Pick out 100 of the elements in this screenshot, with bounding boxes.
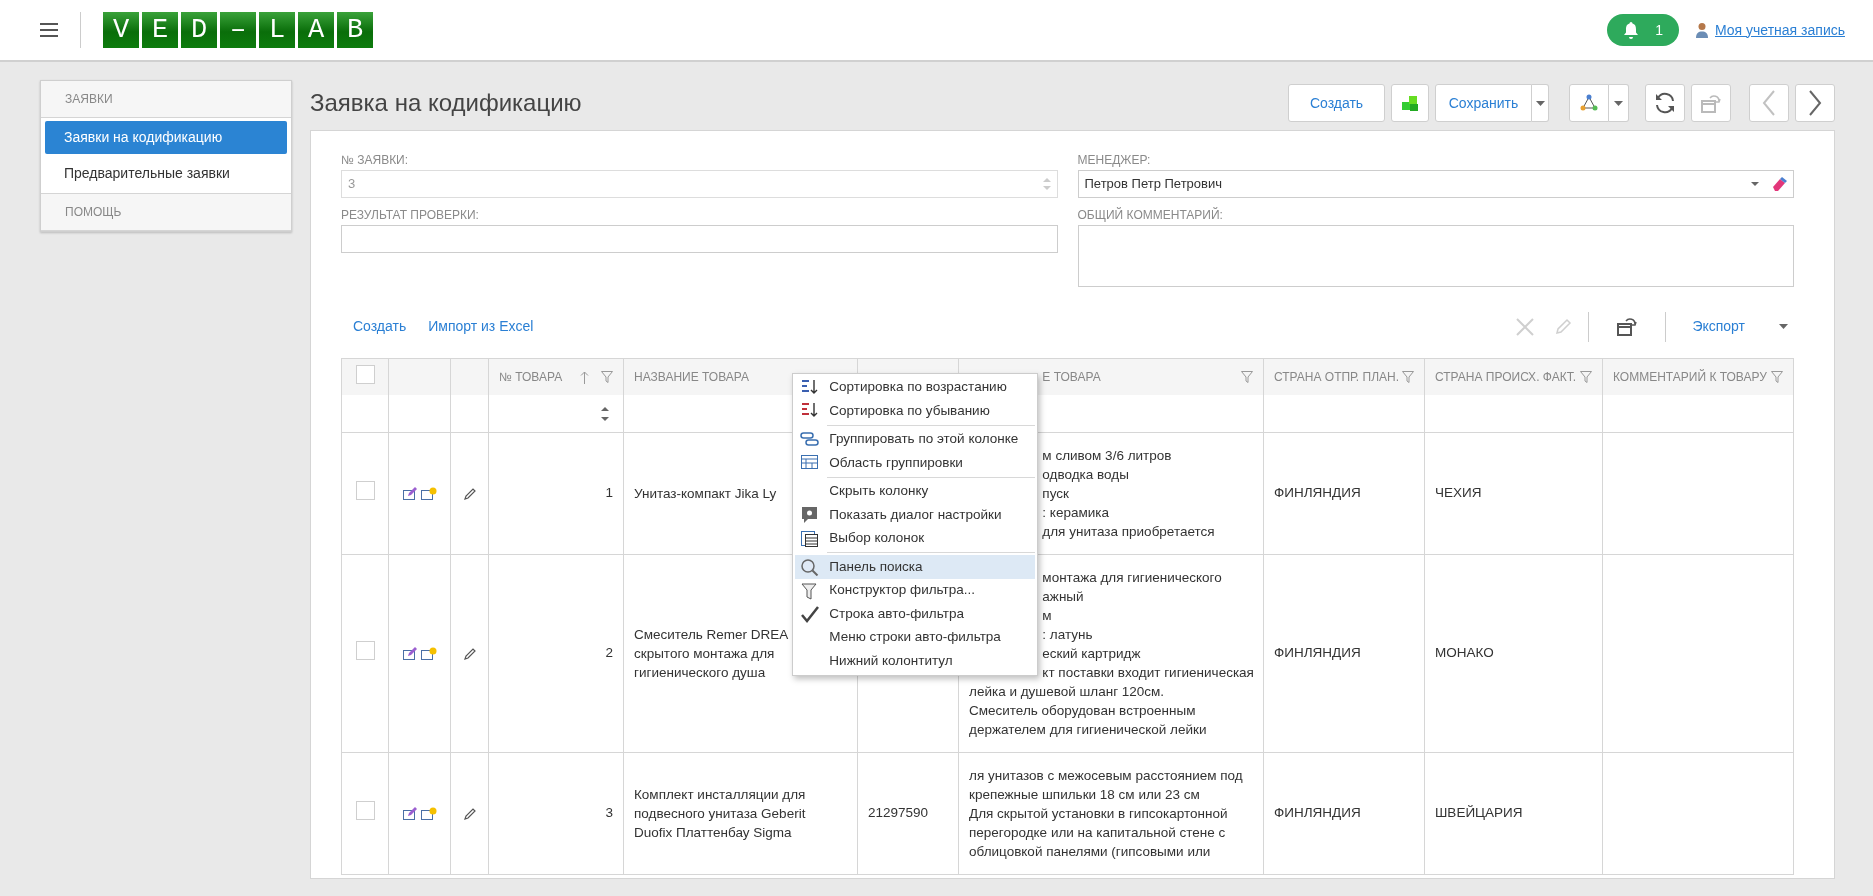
table-cell: 1 [605,485,613,501]
next-button[interactable] [1795,84,1835,123]
table-cell: гигиенического душа [634,662,766,682]
user-icon [1695,22,1709,38]
account-link[interactable]: Моя учетная запись [1715,19,1845,41]
menu-icon[interactable] [40,23,58,37]
window-restore-icon [1617,317,1638,337]
table-cell: Для скрытой установки в гипсокартонной [969,803,1228,823]
table-cell: Смеситель оборудован встроенным [969,700,1196,720]
menu-item[interactable]: Сортировка по убыванию [795,399,1036,423]
new-document-icon[interactable] [420,486,437,500]
filter-icon[interactable] [1241,371,1253,384]
table-cell: м сливом 3/6 литров [1042,445,1172,465]
chevron-right-icon [1807,90,1823,117]
toolbar-link[interactable]: Импорт из Excel [428,316,534,338]
table-cell: Duofix Платтенбау Sigma [634,822,792,842]
table-cell: ФИНЛЯНДИЯ [1274,645,1361,661]
checkmark-icon [800,605,821,624]
filter-icon[interactable] [1402,371,1414,384]
dropdown-button[interactable] [1609,84,1629,123]
cubes-button[interactable] [1391,84,1429,123]
input-field[interactable] [341,224,1058,253]
toolbar-link[interactable]: Создать [353,316,407,338]
new-document-icon[interactable] [420,646,437,660]
sidebar-section-title: ПОМОЩЬ [41,193,291,231]
new-document-icon[interactable] [420,806,437,820]
checkbox[interactable] [355,365,375,385]
menu-item[interactable]: Область группировки [795,451,1036,475]
pencil-icon[interactable] [463,487,476,500]
table-cell: для унитаза приобретается [1042,521,1215,541]
caret-icon[interactable] [1779,324,1788,330]
export-link[interactable]: Экспорт [1692,316,1745,338]
table-cell: ФИНЛЯНДИЯ [1274,805,1361,821]
edit-document-icon[interactable] [402,806,417,820]
search-icon [800,558,821,577]
graph-icon [1580,94,1598,113]
pencil-icon [1554,317,1573,336]
sidebar-item[interactable]: Заявки на кодификацию [45,121,287,154]
filter-icon[interactable] [1580,371,1592,384]
refresh-button[interactable] [1645,84,1685,123]
close-icon [1516,317,1535,336]
column-header[interactable]: Е ТОВАРА [1042,368,1101,387]
table-cell: ФИНЛЯНДИЯ [1274,485,1361,501]
select-field[interactable]: Петров Петр Петрович [1077,169,1794,198]
menu-item[interactable]: Группировать по этой колонке [795,427,1036,452]
window-restore-icon [1701,93,1721,113]
checkbox[interactable] [355,480,375,500]
menu-item[interactable]: Сортировка по возрастанию [795,375,1036,400]
edit-document-icon[interactable] [402,646,417,660]
filter-icon[interactable] [1771,371,1783,384]
group-icon [800,430,821,449]
spinner-icon[interactable] [601,405,609,422]
table-cell: перегородке или на капитальной стене с [969,822,1226,842]
menu-item[interactable]: Показать диалог настройки [795,503,1036,527]
menu-item[interactable]: Строка авто-фильтра [795,602,1036,626]
checkbox[interactable] [355,640,375,660]
menu-item[interactable]: Выбор колонок [795,526,1036,551]
table-cell: : латунь [1042,624,1093,644]
table-cell: ЧЕХИЯ [1435,485,1482,501]
refresh-icon [1654,92,1676,115]
cubes-icon [1401,94,1419,113]
table-cell: облицовкой панелями (гипсовыми или [969,841,1211,861]
table-cell: Смеситель Remer DREA [634,624,789,644]
caret-icon[interactable] [1751,181,1759,186]
menu-item[interactable]: Панель поиска [795,555,1036,579]
table-cell: кт поставки входит гигиеническая [1042,662,1254,682]
notifications-button[interactable]: 1 [1607,14,1679,46]
graph-button[interactable] [1569,84,1609,123]
sidebar-item[interactable]: Предварительные заявки [45,157,287,190]
sort-up-icon[interactable] [580,370,589,384]
table-cell: держателем для гигиенической лейки [969,719,1207,739]
menu-item[interactable]: Конструктор фильтра... [795,578,1036,603]
table-cell: ля унитазов с межосевым расстоянием под [969,765,1243,785]
table-cell: ШВЕЙЦАРИЯ [1435,805,1523,821]
menu-item[interactable]: Меню строки авто-фильтра [795,625,1036,650]
textarea-field[interactable] [1077,224,1794,287]
table-cell: еский картридж [1042,643,1141,663]
field-label: РЕЗУЛЬТАТ ПРОВЕРКИ: [341,207,480,222]
pencil-icon[interactable] [463,807,476,820]
table-cell: 21297590 [868,805,929,821]
table-cell: скрытого монтажа для [634,643,775,663]
edit-document-icon[interactable] [402,486,417,500]
table-cell: пуск [1042,483,1069,503]
menu-item[interactable]: Скрыть колонку [795,479,1036,504]
table-cell: Комплект инсталляции для [634,784,806,804]
create-button[interactable]: Создать [1288,84,1385,123]
dropdown-button[interactable] [1532,84,1549,123]
menu-item[interactable]: Нижний колонтитул [795,649,1036,673]
filter-icon[interactable] [601,371,613,384]
caret-icon [1614,100,1623,106]
table-cell: Унитаз-компакт Jika Ly [634,483,777,503]
columns-icon [800,529,821,548]
table-cell: МОНАКО [1435,645,1494,661]
eraser-icon[interactable] [1771,175,1787,192]
sidebar-section-title: ЗАЯВКИ [41,81,291,118]
table-cell: 2 [605,645,613,661]
checkbox[interactable] [355,800,375,820]
field-label: № ЗАЯВКИ: [341,152,410,167]
pencil-icon[interactable] [463,647,476,660]
save-button[interactable]: Сохранить [1435,84,1532,123]
